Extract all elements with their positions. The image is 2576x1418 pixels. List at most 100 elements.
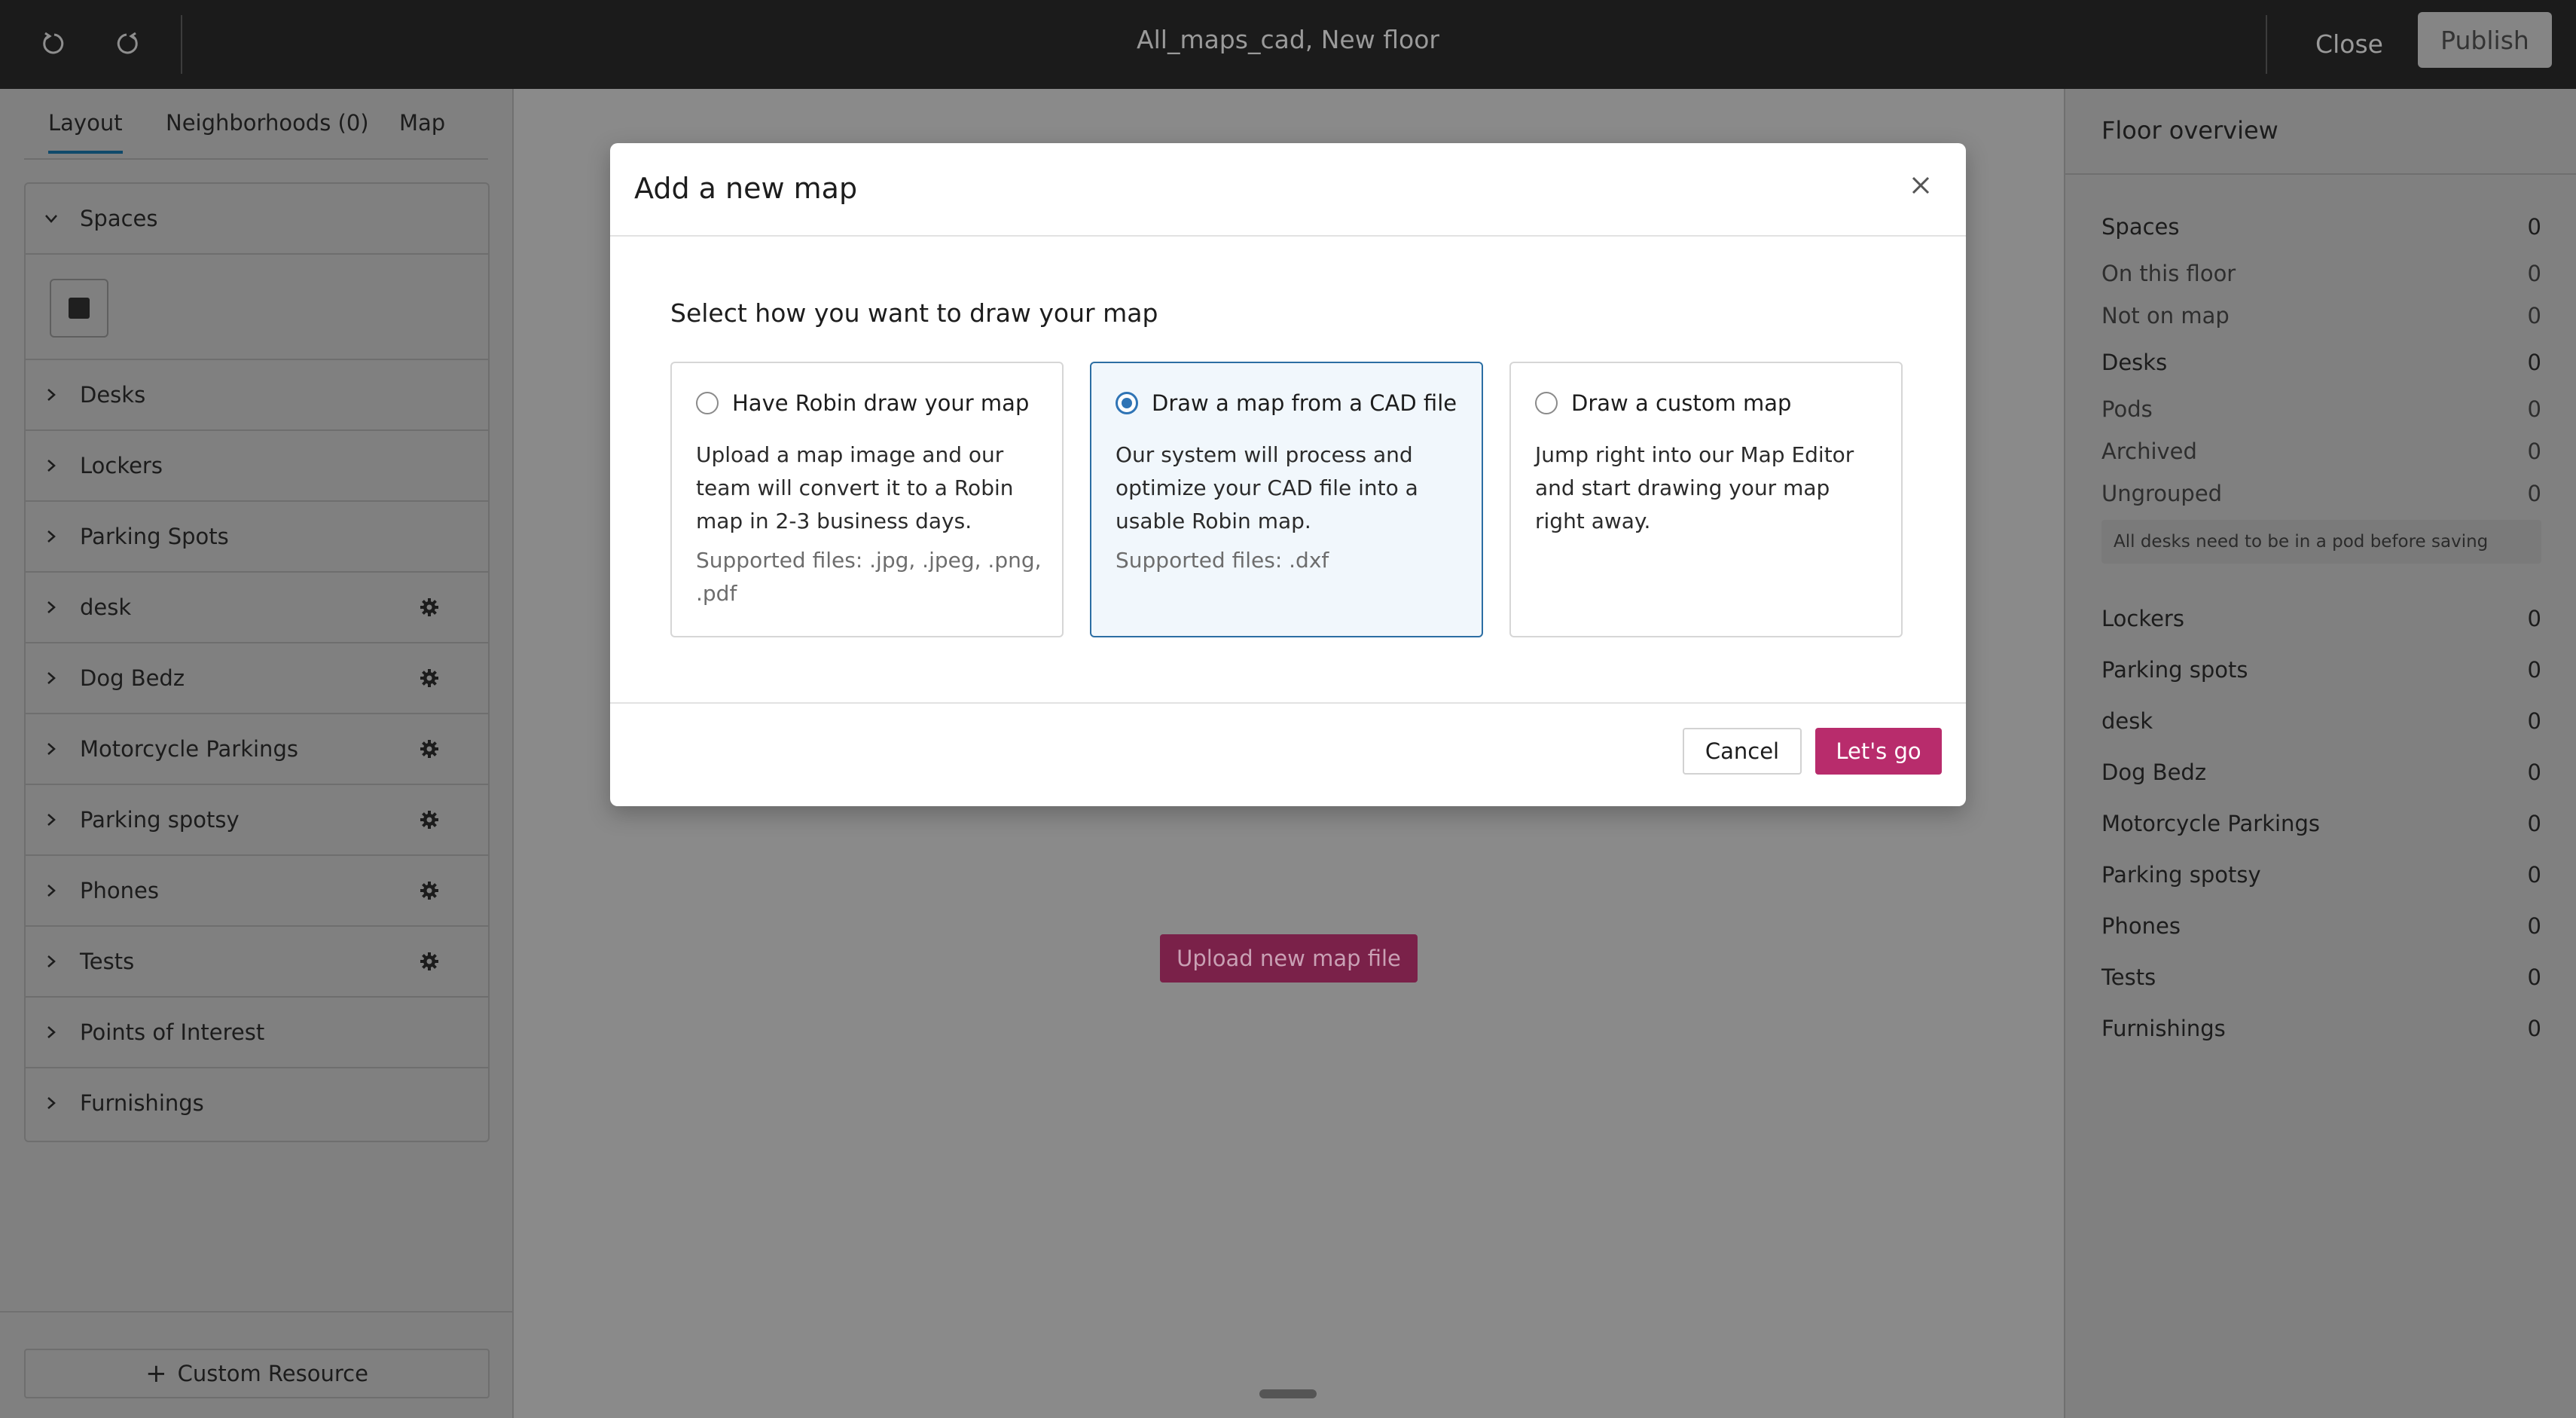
sidebar-item-dog-bedz[interactable]: Dog Bedz — [26, 643, 488, 714]
sidebar-item-label: Lockers — [80, 453, 163, 478]
chevron-right-icon — [47, 1026, 56, 1038]
sidebar-item-label: Phones — [80, 878, 159, 903]
sidebar-footer-divider — [0, 1311, 512, 1313]
sidebar-item-desk[interactable]: desk — [26, 573, 488, 643]
page-title: All_maps_cad, New floor — [1137, 25, 1439, 54]
add-space-square-button[interactable] — [50, 279, 108, 338]
publish-button[interactable]: Publish — [2418, 12, 2552, 68]
stat-label: Parking spotsy — [2101, 862, 2261, 888]
sidebar-item-parking-spots[interactable]: Parking Spots — [26, 502, 488, 573]
gear-icon[interactable] — [419, 668, 440, 689]
sidebar-item-phones[interactable]: Phones — [26, 856, 488, 927]
close-icon[interactable] — [1906, 170, 1936, 200]
toolbar-divider — [2266, 15, 2267, 74]
left-sidebar: Layout Neighborhoods (0) Map Spaces Desk… — [0, 89, 514, 1418]
stat-furnishings: Furnishings 0 — [2101, 1016, 2541, 1041]
chevron-right-icon — [47, 955, 56, 967]
option-supported-files: Supported files: .dxf — [1116, 548, 1329, 573]
top-bar: All_maps_cad, New floor Close Publish — [0, 0, 2576, 89]
close-button[interactable]: Close — [2290, 20, 2409, 68]
dialog-header: Add a new map — [610, 143, 1966, 237]
sidebar-item-label: Spaces — [80, 206, 158, 231]
sidebar-item-motorcycle-parkings[interactable]: Motorcycle Parkings — [26, 714, 488, 785]
stat-parking-spots: Parking spots 0 — [2101, 657, 2541, 683]
gear-icon[interactable] — [419, 597, 440, 618]
floor-overview-panel: Floor overview Spaces 0 On this floor 0 No… — [2064, 89, 2576, 1418]
stat-value: 0 — [2527, 811, 2541, 836]
gear-icon[interactable] — [419, 880, 440, 901]
square-icon — [69, 298, 90, 319]
option-cad-file[interactable]: Draw a map from a CAD file Our system wi… — [1090, 362, 1483, 637]
chevron-right-icon — [47, 1097, 56, 1109]
stat-value: 0 — [2527, 708, 2541, 734]
stat-value: 0 — [2527, 214, 2541, 240]
option-robin-draw[interactable]: Have Robin draw your map Upload a map im… — [670, 362, 1064, 637]
sidebar-item-points-of-interest[interactable]: Points of Interest — [26, 998, 488, 1068]
stat-value: 0 — [2527, 481, 2541, 506]
stat-value: 0 — [2527, 261, 2541, 286]
chevron-right-icon — [47, 672, 56, 684]
stat-label: Phones — [2101, 913, 2181, 939]
stat-label: Lockers — [2101, 606, 2184, 631]
tab-map[interactable]: Map — [399, 110, 445, 136]
stat-spaces: Spaces 0 — [2101, 214, 2541, 240]
floor-overview-header: Floor overview — [2065, 89, 2576, 175]
sidebar-item-spaces[interactable]: Spaces — [26, 184, 488, 255]
gear-icon[interactable] — [419, 951, 440, 972]
floor-overview-title: Floor overview — [2101, 116, 2278, 145]
plus-icon: + — [145, 1358, 167, 1389]
sidebar-item-label: Desks — [80, 382, 146, 408]
sidebar-item-furnishings[interactable]: Furnishings — [26, 1068, 488, 1138]
stat-value: 0 — [2527, 964, 2541, 990]
stat-phones: Phones 0 — [2101, 913, 2541, 939]
sidebar-item-desks[interactable]: Desks — [26, 360, 488, 431]
sidebar-item-lockers[interactable]: Lockers — [26, 431, 488, 502]
stat-value: 0 — [2527, 657, 2541, 683]
add-map-dialog: Add a new map Select how you want to dra… — [610, 143, 1966, 806]
drag-handle[interactable] — [1259, 1389, 1317, 1398]
gear-icon[interactable] — [419, 809, 440, 830]
stat-desk: desk 0 — [2101, 708, 2541, 734]
stat-label: Parking spots — [2101, 657, 2248, 683]
radio-button[interactable] — [1535, 392, 1558, 414]
tab-layout[interactable]: Layout — [48, 110, 123, 154]
radio-button[interactable] — [696, 392, 719, 414]
sidebar-item-tests[interactable]: Tests — [26, 927, 488, 998]
gear-icon[interactable] — [419, 738, 440, 759]
stat-value: 0 — [2527, 913, 2541, 939]
cancel-button[interactable]: Cancel — [1683, 728, 1802, 775]
stat-label: Dog Bedz — [2101, 759, 2207, 785]
stat-tests: Tests 0 — [2101, 964, 2541, 990]
option-description: Our system will process and optimize you… — [1116, 442, 1418, 533]
stat-value: 0 — [2527, 606, 2541, 631]
sidebar-tabs: Layout Neighborhoods (0) Map — [24, 89, 488, 160]
option-description: Jump right into our Map Editor and start… — [1535, 442, 1854, 533]
sidebar-item-parking-spotsy[interactable]: Parking spotsy — [26, 785, 488, 856]
stat-value: 0 — [2527, 439, 2541, 464]
dialog-footer-divider — [610, 702, 1966, 704]
tab-neighborhoods[interactable]: Neighborhoods (0) — [166, 110, 369, 136]
option-custom-map[interactable]: Draw a custom map Jump right into our Ma… — [1509, 362, 1903, 637]
stat-value: 0 — [2527, 759, 2541, 785]
custom-resource-label: Custom Resource — [177, 1361, 368, 1386]
upload-map-button[interactable]: Upload new map file — [1160, 934, 1418, 983]
stat-desks: Desks 0 — [2101, 350, 2541, 375]
option-title: Draw a custom map — [1571, 390, 1792, 416]
sidebar-item-label: desk — [80, 594, 132, 620]
stat-motorcycle-parkings: Motorcycle Parkings 0 — [2101, 811, 2541, 836]
stat-label: Desks — [2101, 350, 2168, 375]
option-description: Upload a map image and our team will con… — [696, 442, 1014, 533]
stat-label: Motorcycle Parkings — [2101, 811, 2320, 836]
chevron-down-icon — [45, 215, 57, 223]
stat-label: Furnishings — [2101, 1016, 2226, 1041]
custom-resource-button[interactable]: + Custom Resource — [24, 1349, 490, 1398]
sidebar-item-label: Tests — [80, 949, 135, 974]
radio-button-selected[interactable] — [1116, 392, 1138, 414]
lets-go-button[interactable]: Let's go — [1815, 728, 1942, 775]
chevron-right-icon — [47, 885, 56, 897]
stat-on-this-floor: On this floor 0 — [2101, 261, 2541, 286]
sidebar-item-label: Parking spotsy — [80, 807, 240, 833]
stat-label: Ungrouped — [2101, 481, 2223, 506]
stat-label: Archived — [2101, 439, 2197, 464]
chevron-right-icon — [47, 530, 56, 542]
